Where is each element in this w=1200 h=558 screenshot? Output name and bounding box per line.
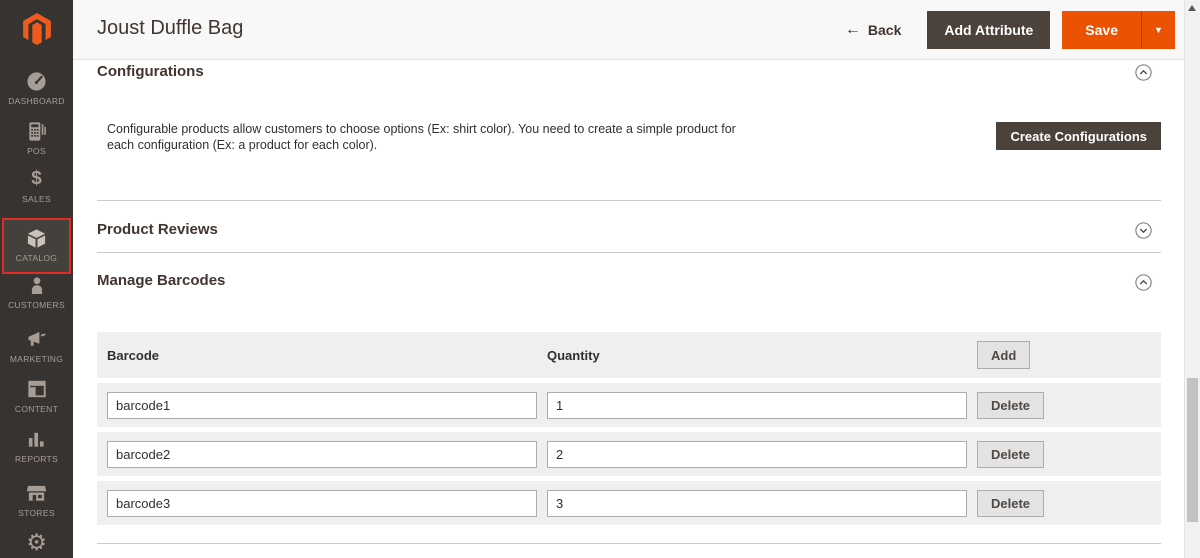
quantity-input[interactable] <box>547 391 967 419</box>
page-header: Joust Duffle Bag ← Back Add Attribute Sa… <box>73 0 1184 60</box>
gear-icon: ⚙ <box>26 530 47 556</box>
sidebar-item-label: SALES <box>22 194 51 204</box>
manage-barcodes-collapse-button[interactable] <box>1135 274 1152 291</box>
person-icon <box>0 274 73 296</box>
sidebar-item-content[interactable]: CONTENT <box>0 378 73 414</box>
create-configurations-button[interactable]: Create Configurations <box>996 122 1161 150</box>
chevron-up-circle-icon <box>1135 274 1152 291</box>
main-content: Joust Duffle Bag ← Back Add Attribute Sa… <box>73 0 1184 558</box>
delete-barcode-button[interactable]: Delete <box>977 489 1045 517</box>
sidebar-item-marketing[interactable]: MARKETING <box>0 328 73 364</box>
delete-barcode-button[interactable]: Delete <box>977 440 1045 468</box>
chevron-down-circle-icon <box>1135 222 1152 239</box>
barcode-input[interactable] <box>107 440 537 468</box>
table-row: Delete <box>97 383 1161 427</box>
sidebar-item-label: CATALOG <box>15 253 58 263</box>
save-split-button: Save ▼ <box>1062 11 1175 49</box>
storefront-icon <box>0 482 73 504</box>
quantity-column-header: Quantity <box>547 347 600 363</box>
barcode-input[interactable] <box>107 391 537 419</box>
sidebar-item-system[interactable]: ⚙ <box>0 532 73 558</box>
magento-logo-icon <box>22 13 51 45</box>
megaphone-icon <box>0 328 73 350</box>
sidebar-item-label: MARKETING <box>9 354 64 364</box>
configurations-description: Configurable products allow customers to… <box>107 122 736 152</box>
back-label: Back <box>867 22 902 38</box>
scrollbar-thumb[interactable] <box>1187 378 1198 522</box>
barcodes-table: Barcode Quantity Add Delete Delete Delet… <box>97 332 1161 525</box>
sidebar-item-pos[interactable]: POS <box>0 120 73 156</box>
sidebar-item-label: CUSTOMERS <box>8 300 65 310</box>
section-divider <box>97 543 1161 544</box>
section-divider <box>97 252 1161 253</box>
dashboard-gauge-icon <box>0 70 73 92</box>
sidebar-item-sales[interactable]: $ SALES <box>0 168 73 205</box>
manage-barcodes-section-title: Manage Barcodes <box>97 272 226 289</box>
add-attribute-button[interactable]: Add Attribute <box>927 11 1051 49</box>
barcodes-table-header: Barcode Quantity Add <box>97 332 1161 378</box>
vertical-scrollbar[interactable] <box>1184 0 1200 558</box>
save-button[interactable]: Save <box>1062 11 1141 49</box>
quantity-input[interactable] <box>547 440 967 468</box>
configurations-collapse-button[interactable] <box>1135 64 1152 81</box>
add-barcode-button[interactable]: Add <box>977 341 1031 369</box>
bar-chart-icon <box>0 428 73 450</box>
table-row: Delete <box>97 481 1161 525</box>
sidebar-item-stores[interactable]: STORES <box>0 482 73 518</box>
scrollbar-up-arrow-icon[interactable] <box>1188 5 1196 11</box>
sidebar-item-label: POS <box>27 146 46 156</box>
configurations-section-title: Configurations <box>97 63 204 80</box>
layout-icon <box>0 378 73 400</box>
section-divider <box>97 200 1161 201</box>
barcode-column-header: Barcode <box>107 347 160 363</box>
quantity-input[interactable] <box>547 489 967 517</box>
dollar-icon: $ <box>31 168 42 189</box>
chevron-up-circle-icon <box>1135 64 1152 81</box>
sidebar-item-label: REPORTS <box>14 454 59 464</box>
pos-terminal-icon <box>0 120 73 142</box>
sidebar-item-label: CONTENT <box>14 404 59 414</box>
sidebar-item-reports[interactable]: REPORTS <box>0 428 73 464</box>
box-icon <box>4 227 69 249</box>
barcode-input[interactable] <box>107 489 537 517</box>
back-button[interactable]: ← Back <box>844 21 902 39</box>
back-arrow-icon: ← <box>844 21 861 38</box>
admin-sidebar: DASHBOARD POS $ SALES CATALOG CUSTOMERS … <box>0 0 73 558</box>
save-dropdown-caret[interactable]: ▼ <box>1141 11 1175 49</box>
sidebar-item-label: DASHBOARD <box>8 96 65 106</box>
sidebar-item-dashboard[interactable]: DASHBOARD <box>0 70 73 106</box>
table-row: Delete <box>97 432 1161 476</box>
sidebar-item-catalog[interactable]: CATALOG <box>2 218 71 274</box>
header-actions: ← Back Add Attribute Save ▼ <box>845 11 1175 49</box>
delete-barcode-button[interactable]: Delete <box>977 391 1045 419</box>
product-reviews-section-title: Product Reviews <box>97 221 218 238</box>
sidebar-item-customers[interactable]: CUSTOMERS <box>0 274 73 310</box>
page-title: Joust Duffle Bag <box>97 17 244 39</box>
product-reviews-collapse-button[interactable] <box>1135 222 1152 239</box>
magento-logo[interactable] <box>0 13 73 50</box>
sidebar-item-label: STORES <box>18 508 55 518</box>
